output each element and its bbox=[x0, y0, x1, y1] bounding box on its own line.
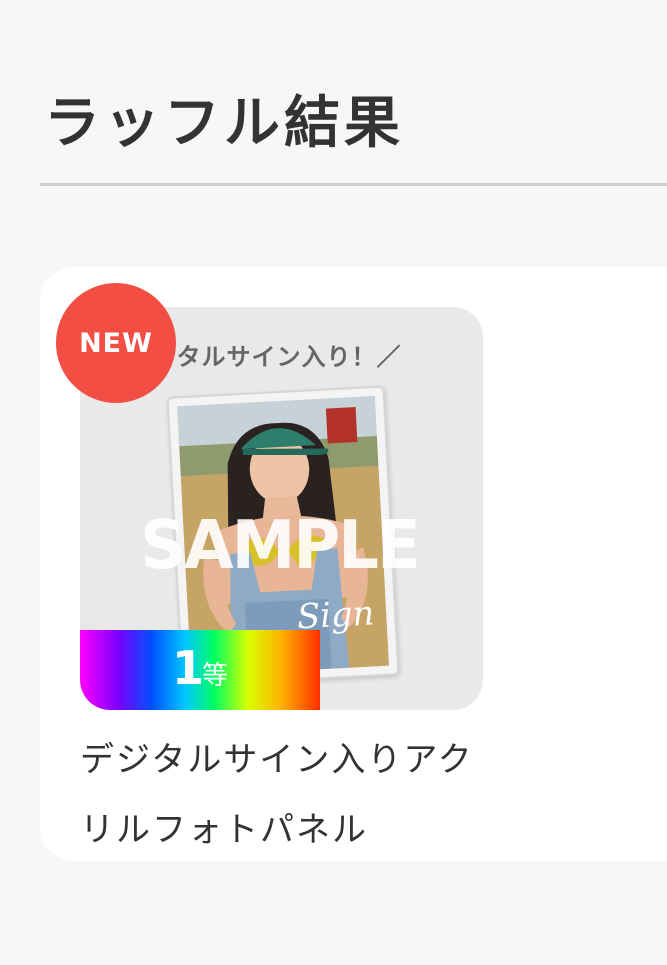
raffle-results-page: ラッフル結果 ジタルサイン入り！／ Sign SAMPLE 1 等 NEW デジ… bbox=[0, 0, 667, 965]
rank-unit: 等 bbox=[202, 661, 229, 691]
new-badge: NEW bbox=[56, 283, 176, 403]
raffle-result-card[interactable]: ジタルサイン入り！／ Sign SAMPLE 1 等 NEW デジタルサイン入り… bbox=[40, 267, 667, 861]
rank-ribbon: 1 等 bbox=[80, 630, 320, 710]
page-title: ラッフル結果 bbox=[44, 91, 404, 156]
item-name[interactable]: デジタルサイン入りアクリルフォトパネル bbox=[80, 725, 500, 865]
thumbnail-caption: ジタルサイン入り！／ bbox=[152, 343, 402, 371]
rank-number: 1 bbox=[172, 641, 205, 695]
title-divider bbox=[40, 183, 667, 186]
sample-watermark: SAMPLE bbox=[140, 507, 421, 585]
